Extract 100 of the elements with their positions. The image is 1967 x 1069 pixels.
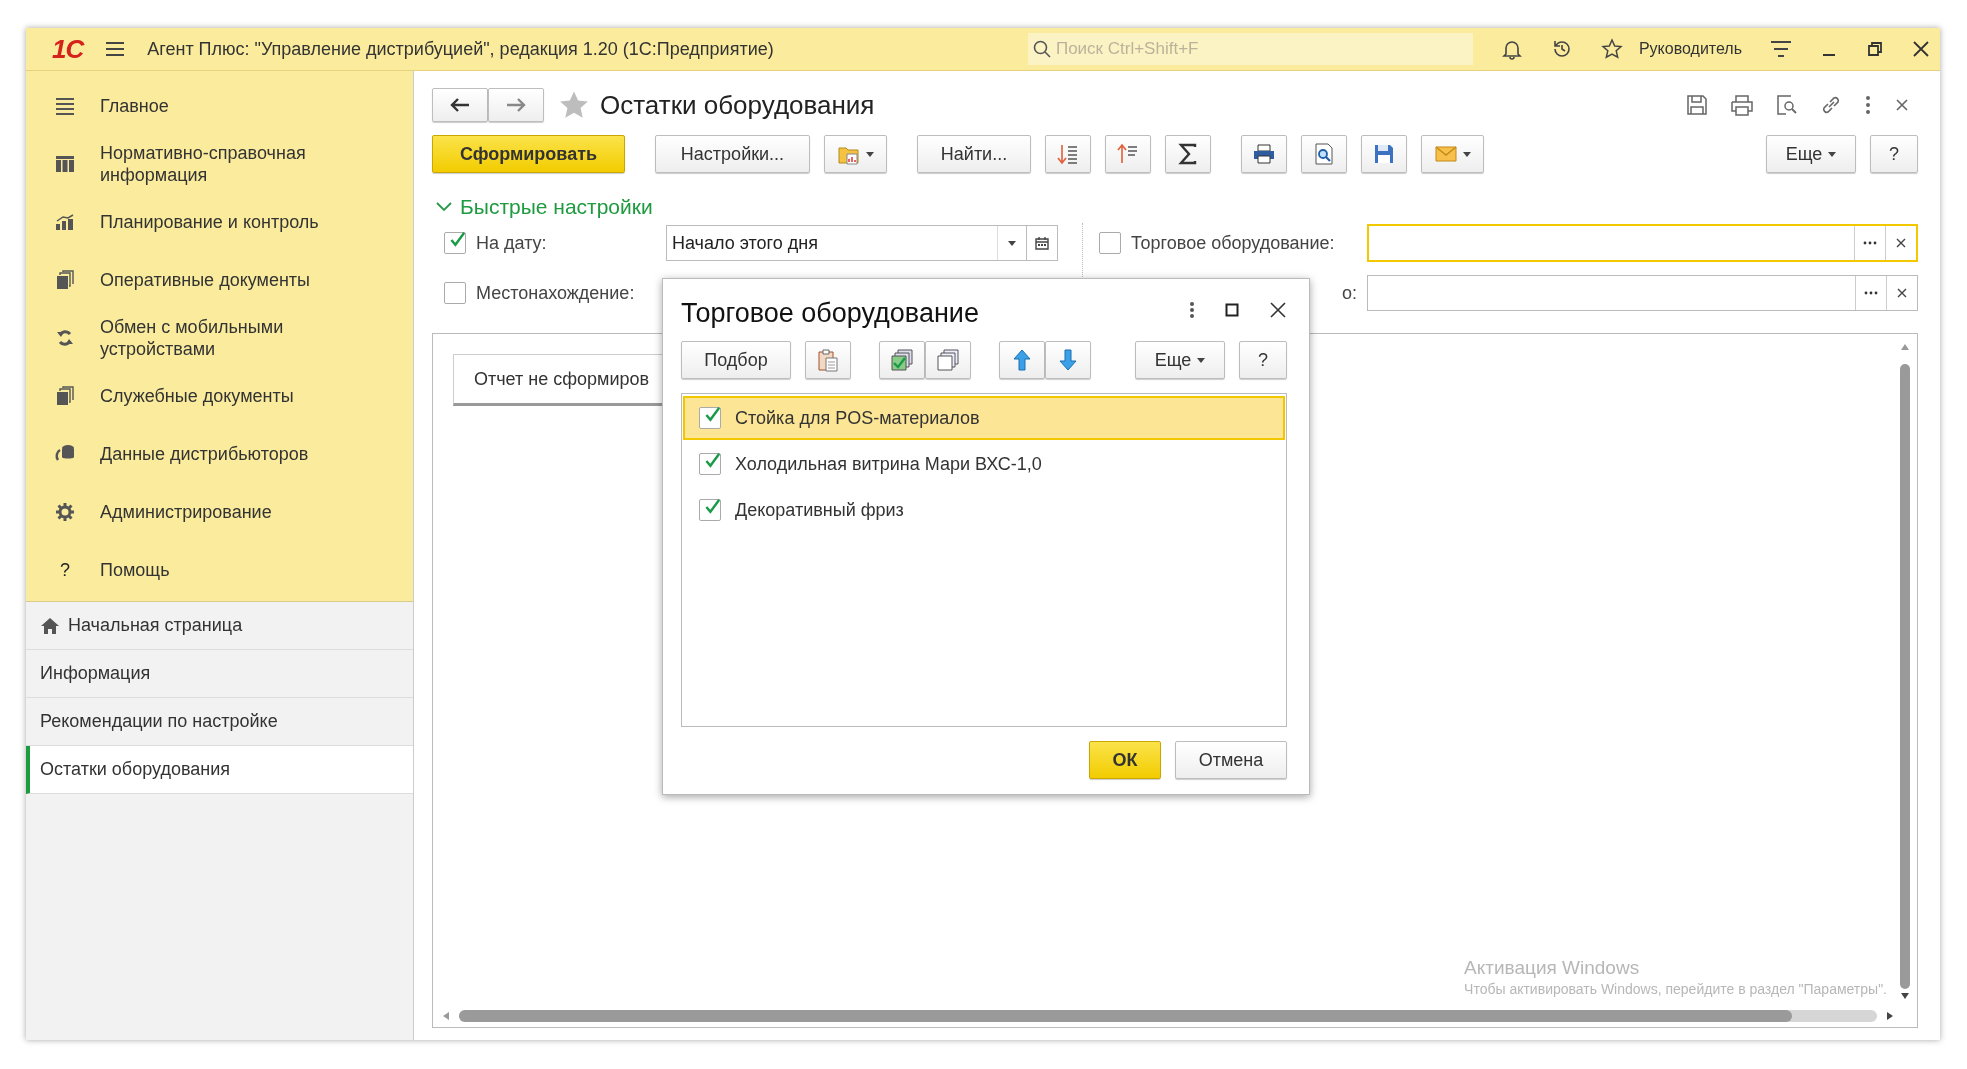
more-vertical-icon[interactable] bbox=[1864, 95, 1872, 115]
section-item[interactable]: Администрирование bbox=[26, 483, 413, 541]
search-icon bbox=[1032, 40, 1051, 58]
check-all-icon bbox=[890, 349, 914, 371]
calendar-icon[interactable] bbox=[1035, 236, 1049, 250]
more-vertical-icon[interactable] bbox=[1189, 301, 1195, 319]
home-icon bbox=[40, 616, 60, 635]
documents-icon bbox=[55, 386, 75, 406]
close-icon[interactable] bbox=[1894, 97, 1910, 113]
cancel-button[interactable]: Отмена bbox=[1175, 741, 1287, 779]
section-item[interactable]: ? Помощь bbox=[26, 541, 413, 599]
arrow-left-icon bbox=[450, 98, 470, 112]
checkbox[interactable] bbox=[444, 282, 466, 304]
section-item[interactable]: Планирование и контроль bbox=[26, 193, 413, 251]
bell-icon[interactable] bbox=[1500, 38, 1523, 60]
ok-button[interactable]: ОК bbox=[1089, 741, 1161, 779]
documents-icon bbox=[55, 270, 75, 290]
star-icon[interactable] bbox=[1600, 38, 1623, 60]
print-button[interactable] bbox=[1241, 135, 1287, 173]
checkmark-icon bbox=[704, 451, 720, 471]
link-icon[interactable] bbox=[1820, 94, 1842, 116]
printer-icon[interactable] bbox=[1730, 94, 1754, 116]
sort-descending-button[interactable] bbox=[1045, 135, 1091, 173]
checkbox[interactable] bbox=[1099, 232, 1121, 254]
settings-button[interactable]: Настройки... bbox=[655, 135, 810, 173]
caret-icon bbox=[865, 151, 874, 157]
printer-icon bbox=[1253, 144, 1275, 164]
search-field[interactable]: Поиск Ctrl+Shift+F bbox=[1027, 33, 1473, 65]
preview-icon[interactable] bbox=[1776, 94, 1798, 116]
section-item[interactable]: Главное bbox=[26, 77, 413, 135]
user-name[interactable]: Руководитель bbox=[1638, 40, 1742, 58]
horizontal-scrollbar[interactable] bbox=[443, 1009, 1893, 1023]
filter-lines-icon[interactable] bbox=[1770, 40, 1792, 58]
more-button[interactable]: Еще bbox=[1766, 135, 1856, 173]
sort-ascending-button[interactable] bbox=[1105, 135, 1151, 173]
more-button[interactable]: Еще bbox=[1135, 341, 1225, 379]
caret-icon bbox=[1828, 151, 1837, 157]
list-item[interactable]: Стойка для POS-материалов bbox=[683, 396, 1285, 440]
section-item[interactable]: Оперативные документы bbox=[26, 251, 413, 309]
send-email-button[interactable] bbox=[1421, 135, 1484, 173]
checkbox[interactable] bbox=[699, 453, 721, 475]
item-label: Стойка для POS-материалов bbox=[735, 407, 980, 429]
maximize-icon[interactable] bbox=[1225, 303, 1239, 317]
menu-lines-icon bbox=[55, 97, 75, 115]
activation-notice-text: Чтобы активировать Windows, перейдите в раздел "Параметры". bbox=[1464, 981, 1887, 997]
scroll-left-icon[interactable] bbox=[443, 1012, 449, 1020]
back-button[interactable] bbox=[432, 88, 488, 122]
select-field[interactable] bbox=[1367, 224, 1918, 262]
sort-ascending-icon bbox=[1117, 143, 1139, 165]
move-up-button[interactable] bbox=[999, 341, 1045, 379]
scroll-down-icon[interactable] bbox=[1901, 993, 1909, 999]
move-down-button[interactable] bbox=[1045, 341, 1091, 379]
checkbox[interactable] bbox=[444, 232, 466, 254]
gear-icon bbox=[55, 502, 75, 522]
list-item[interactable]: Декоративный фриз bbox=[683, 488, 1285, 532]
paste-button[interactable] bbox=[805, 341, 851, 379]
refresh-icon bbox=[55, 328, 75, 348]
field-label: На дату: bbox=[476, 232, 548, 254]
app-logo: 1С bbox=[52, 33, 84, 65]
pick-button[interactable]: Подбор bbox=[681, 341, 791, 379]
sigma-icon bbox=[1178, 143, 1198, 165]
close-icon[interactable] bbox=[1912, 40, 1930, 58]
item-label: Декоративный фриз bbox=[735, 499, 904, 521]
help-button[interactable]: ? bbox=[1870, 135, 1918, 173]
quick-settings-toggle[interactable]: Быстрые настройки bbox=[432, 195, 653, 219]
check-all-button[interactable] bbox=[879, 341, 925, 379]
arrow-up-icon bbox=[1013, 349, 1031, 371]
dialog-title: Торговое оборудование bbox=[681, 297, 980, 329]
save-icon[interactable] bbox=[1686, 94, 1708, 116]
save-button[interactable] bbox=[1361, 135, 1407, 173]
section-item[interactable]: Нормативно-справочная информация bbox=[26, 135, 413, 193]
date-select-field[interactable]: Начало этого дня bbox=[666, 225, 1058, 261]
scroll-up-icon[interactable] bbox=[1901, 344, 1909, 350]
sum-button[interactable] bbox=[1165, 135, 1211, 173]
arrow-right-icon bbox=[506, 98, 526, 112]
scroll-right-icon[interactable] bbox=[1887, 1012, 1893, 1020]
preview-button[interactable] bbox=[1301, 135, 1347, 173]
checkbox[interactable] bbox=[699, 407, 721, 429]
section-item[interactable]: Данные дистрибьюторов bbox=[26, 425, 413, 483]
help-button[interactable]: ? bbox=[1239, 341, 1287, 379]
section-item[interactable]: Служебные документы bbox=[26, 367, 413, 425]
field-label: о: bbox=[1341, 282, 1357, 304]
generate-button[interactable]: Сформировать bbox=[432, 135, 625, 173]
close-icon[interactable] bbox=[1269, 301, 1287, 319]
checkbox[interactable] bbox=[699, 499, 721, 521]
preview-icon bbox=[1314, 143, 1334, 165]
find-button[interactable]: Найти... bbox=[917, 135, 1031, 173]
checkmark-icon bbox=[704, 405, 720, 425]
select-field[interactable] bbox=[1367, 275, 1918, 311]
variant-dropdown-button[interactable] bbox=[824, 135, 887, 173]
star-icon[interactable] bbox=[558, 90, 590, 120]
arrow-down-icon bbox=[1059, 349, 1077, 371]
vertical-scrollbar[interactable] bbox=[1899, 344, 1911, 999]
open-page-item[interactable]: Остатки оборудования bbox=[26, 746, 413, 794]
help-icon: ? bbox=[60, 559, 70, 581]
section-item[interactable]: Обмен с мобильными устройствами bbox=[26, 309, 413, 367]
uncheck-all-button[interactable] bbox=[925, 341, 971, 379]
list-item[interactable]: Холодильная витрина Мари ВХС-1,0 bbox=[683, 442, 1285, 486]
menu-icon[interactable] bbox=[105, 41, 126, 57]
restore-icon[interactable] bbox=[1866, 40, 1884, 58]
